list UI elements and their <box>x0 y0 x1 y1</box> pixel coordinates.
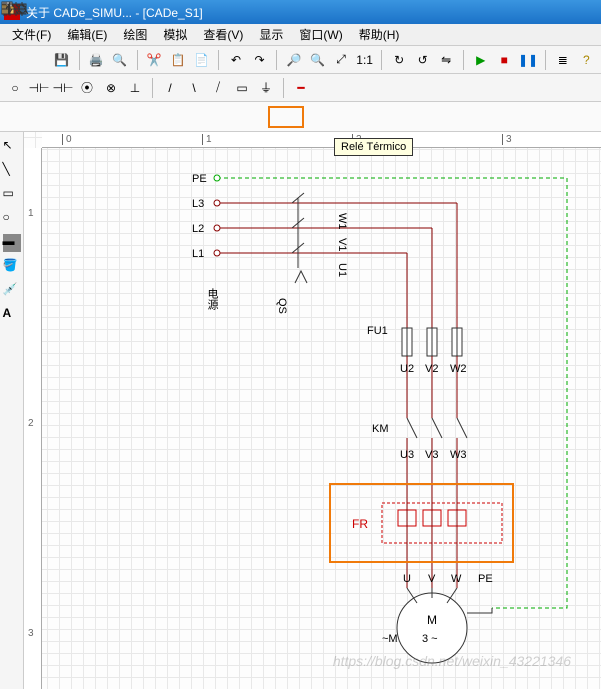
svg-text:U3: U3 <box>400 449 414 461</box>
main-toolbar: 💾 🖨️ 🔍 ✂️ 📋 📄 ↶ ↷ 🔎 🔍 ⤢ 1:1 ↻ ↺ ⇋ ▶ ■ ❚❚… <box>0 46 601 74</box>
menu-help[interactable]: 帮助(H) <box>351 24 408 45</box>
fr-highlight <box>329 483 514 563</box>
menu-sim[interactable]: 模拟 <box>155 24 195 45</box>
svg-text:L1: L1 <box>192 248 204 260</box>
rot2-icon[interactable]: ↺ <box>412 49 434 71</box>
ruler-top: 0 1 2 3 <box>42 132 601 148</box>
window-title: 关于 CADe_SIMU... - [CADe_S1] <box>26 4 203 21</box>
rot1-icon[interactable]: ↻ <box>388 49 410 71</box>
tool-fillrect-icon[interactable]: ▬ <box>3 234 21 252</box>
comp-2-icon[interactable] <box>48 106 84 128</box>
tool-rect-icon[interactable]: ▭ <box>3 186 21 204</box>
comp-8-icon[interactable] <box>312 106 348 128</box>
svg-text:U: U <box>403 573 411 585</box>
comp-thermal-relay-icon[interactable] <box>268 106 304 128</box>
menu-file[interactable]: 文件(F) <box>4 24 59 45</box>
svg-text:V1: V1 <box>336 238 348 251</box>
comp-5-icon[interactable] <box>180 106 216 128</box>
sym-node-icon[interactable]: ○ <box>4 77 26 99</box>
print-icon[interactable]: 🖨️ <box>86 49 108 71</box>
menu-bar: 文件(F) 编辑(E) 绘图 模拟 查看(V) 显示 窗口(W) 帮助(H) <box>0 24 601 46</box>
watermark: https://blog.csdn.net/weixin_43221346 <box>333 653 571 669</box>
comp-10-icon[interactable] <box>400 106 436 128</box>
ruler-left: 1 2 3 <box>24 148 42 689</box>
zoom100-icon[interactable]: 1:1 <box>354 49 376 71</box>
svg-text:W1: W1 <box>336 213 348 230</box>
zoomin-icon[interactable]: 🔎 <box>283 49 305 71</box>
symbol-toolbar-1: ○ ⊣⊢ ⊣⊢ ⦿ ⊗ ⊥ / \ ⧸ ▭ ⏚ ━ <box>0 74 601 102</box>
workspace: ↖ ╲ ▭ ○ ▬ 🪣 💉 A 0 1 2 3 1 2 3 Relé Térmi… <box>0 132 601 689</box>
sym-fuse-icon[interactable]: ▭ <box>231 77 253 99</box>
svg-text:U2: U2 <box>400 363 414 375</box>
svg-text:3 ~: 3 ~ <box>422 633 438 645</box>
help-icon[interactable]: ? <box>576 49 598 71</box>
comp-9-icon[interactable] <box>356 106 392 128</box>
svg-text:V2: V2 <box>425 363 438 375</box>
comp-1-icon[interactable] <box>4 106 40 128</box>
layers-icon[interactable]: ≣ <box>552 49 574 71</box>
comp-6-icon[interactable] <box>224 106 260 128</box>
canvas[interactable]: 0 1 2 3 1 2 3 Relé Térmico <box>24 132 601 689</box>
undo-icon[interactable]: ↶ <box>225 49 247 71</box>
svg-text:~M: ~M <box>382 633 398 645</box>
left-toolbar: ↖ ╲ ▭ ○ ▬ 🪣 💉 A <box>0 132 24 689</box>
svg-text:L3: L3 <box>192 198 204 210</box>
svg-text:KM: KM <box>372 423 389 435</box>
flip-icon[interactable]: ⇋ <box>435 49 457 71</box>
tool-text-icon[interactable]: A <box>3 306 21 324</box>
svg-text:FU1: FU1 <box>367 325 388 337</box>
sym-switch2-icon[interactable]: \ <box>183 77 205 99</box>
svg-text:QS: QS <box>276 298 288 314</box>
stop-icon[interactable]: ■ <box>493 49 515 71</box>
tool-fill-icon[interactable]: 🪣 <box>3 258 21 276</box>
new-icon[interactable] <box>4 49 26 71</box>
tool-picker-icon[interactable]: 💉 <box>3 282 21 300</box>
component-toolbar <box>0 102 601 132</box>
svg-text:W: W <box>451 573 462 585</box>
svg-text:电源: 电源 <box>206 288 219 311</box>
menu-display[interactable]: 显示 <box>251 24 291 45</box>
redo-icon[interactable]: ↷ <box>249 49 271 71</box>
sym-cap-icon[interactable]: ⊥ <box>124 77 146 99</box>
open-icon[interactable] <box>28 49 50 71</box>
save-icon[interactable]: 💾 <box>51 49 73 71</box>
title-bar: 关于 CADe_SIMU... - [CADe_S1] <box>0 0 601 24</box>
preview-icon[interactable]: 🔍 <box>109 49 131 71</box>
sym-break-icon[interactable]: ⧸ <box>207 77 229 99</box>
zoomfit-icon[interactable]: ⤢ <box>330 49 352 71</box>
sym-switch1-icon[interactable]: / <box>159 77 181 99</box>
sym-contact2-icon[interactable]: ⊣⊢ <box>52 77 74 99</box>
zoomout-icon[interactable]: 🔍 <box>307 49 329 71</box>
sym-coil-icon[interactable]: ⦿ <box>76 77 98 99</box>
svg-text:V: V <box>428 573 436 585</box>
play-icon[interactable]: ▶ <box>470 49 492 71</box>
menu-draw[interactable]: 绘图 <box>115 24 155 45</box>
menu-view[interactable]: 查看(V) <box>195 24 251 45</box>
svg-text:M: M <box>427 613 437 627</box>
comp-4-icon[interactable] <box>136 106 172 128</box>
svg-text:V3: V3 <box>425 449 438 461</box>
pause-icon[interactable]: ❚❚ <box>517 49 539 71</box>
menu-window[interactable]: 窗口(W) <box>291 24 350 45</box>
svg-text:PE: PE <box>192 173 207 185</box>
svg-text:PE: PE <box>478 573 493 585</box>
tool-line-icon[interactable]: ╲ <box>3 162 21 180</box>
sym-gnd-icon[interactable]: ⏚ <box>255 77 277 99</box>
paste-icon[interactable]: 📄 <box>191 49 213 71</box>
sym-minus-icon[interactable]: ━ <box>290 77 312 99</box>
svg-text:W2: W2 <box>450 363 467 375</box>
menu-edit[interactable]: 编辑(E) <box>59 24 115 45</box>
schematic: PE L3 L2 L1 电源 QS W1 V1 U1 FU1 U2 V2 W2 … <box>42 148 601 689</box>
tool-ellipse-icon[interactable]: ○ <box>3 210 21 228</box>
svg-text:U1: U1 <box>336 263 348 277</box>
copy-icon[interactable]: 📋 <box>167 49 189 71</box>
sym-trans-icon[interactable]: ⊗ <box>100 77 122 99</box>
sym-contact1-icon[interactable]: ⊣⊢ <box>28 77 50 99</box>
svg-text:L2: L2 <box>192 223 204 235</box>
tool-pointer-icon[interactable]: ↖ <box>3 138 21 156</box>
cut-icon[interactable]: ✂️ <box>144 49 166 71</box>
comp-3-icon[interactable] <box>92 106 128 128</box>
svg-text:W3: W3 <box>450 449 467 461</box>
